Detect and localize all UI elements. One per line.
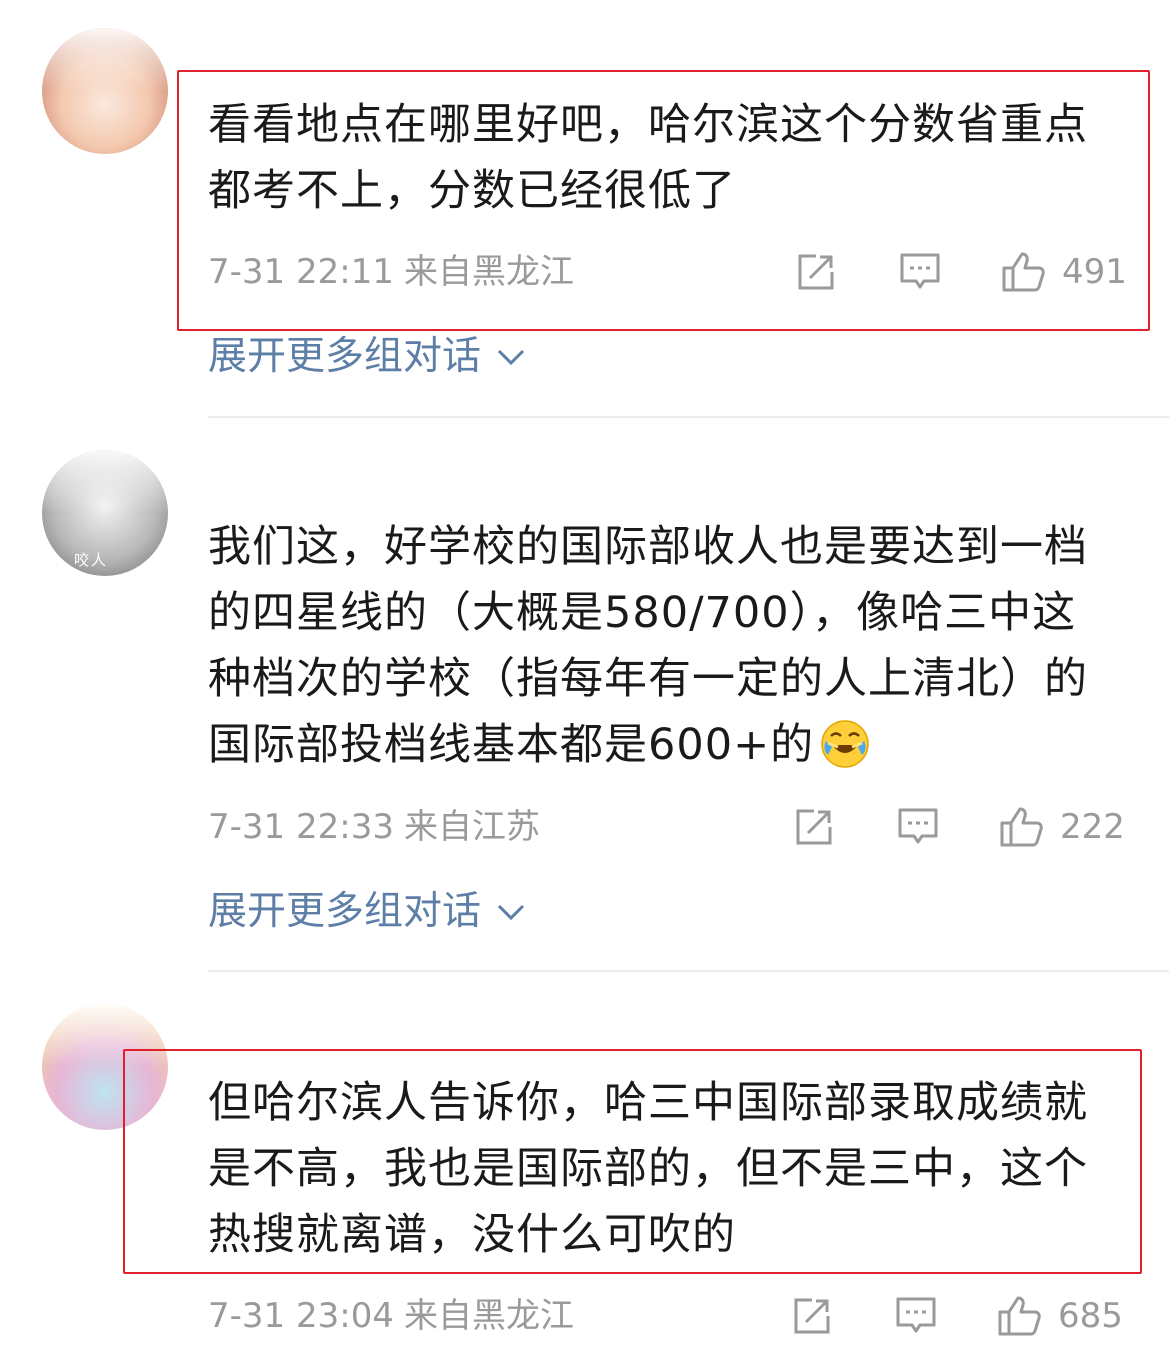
thumbs-up-icon	[998, 1296, 1041, 1336]
like-button[interactable]: 685	[996, 1294, 1123, 1338]
comment-line: 但哈尔滨人告诉你，哈三中国际部录取成绩就	[208, 1078, 1088, 1128]
comment-line: 热搜就离谱，没什么可吹的	[208, 1210, 736, 1260]
comment-timestamp: 7-31 23:04 来自黑龙江	[208, 1294, 574, 1338]
share-button[interactable]	[790, 1294, 834, 1338]
avatar[interactable]	[42, 1004, 168, 1130]
comment-icon	[896, 1297, 936, 1333]
comment-time: 7-31 23:04	[208, 1296, 394, 1336]
reply-button[interactable]	[894, 1294, 938, 1338]
share-icon	[794, 1298, 830, 1334]
comment-item: 但哈尔滨人告诉你，哈三中国际部录取成绩就 是不高，我也是国际部的，但不是三中，这…	[0, 0, 1169, 1357]
comment-line: 是不高，我也是国际部的，但不是三中，这个	[208, 1144, 1088, 1194]
comment-location: 来自黑龙江	[403, 1296, 574, 1336]
comment-text: 但哈尔滨人告诉你，哈三中国际部录取成绩就 是不高，我也是国际部的，但不是三中，这…	[208, 1070, 1128, 1268]
like-count: 685	[1058, 1296, 1123, 1336]
comment-meta: 7-31 23:04 来自黑龙江 685	[208, 1294, 1128, 1338]
